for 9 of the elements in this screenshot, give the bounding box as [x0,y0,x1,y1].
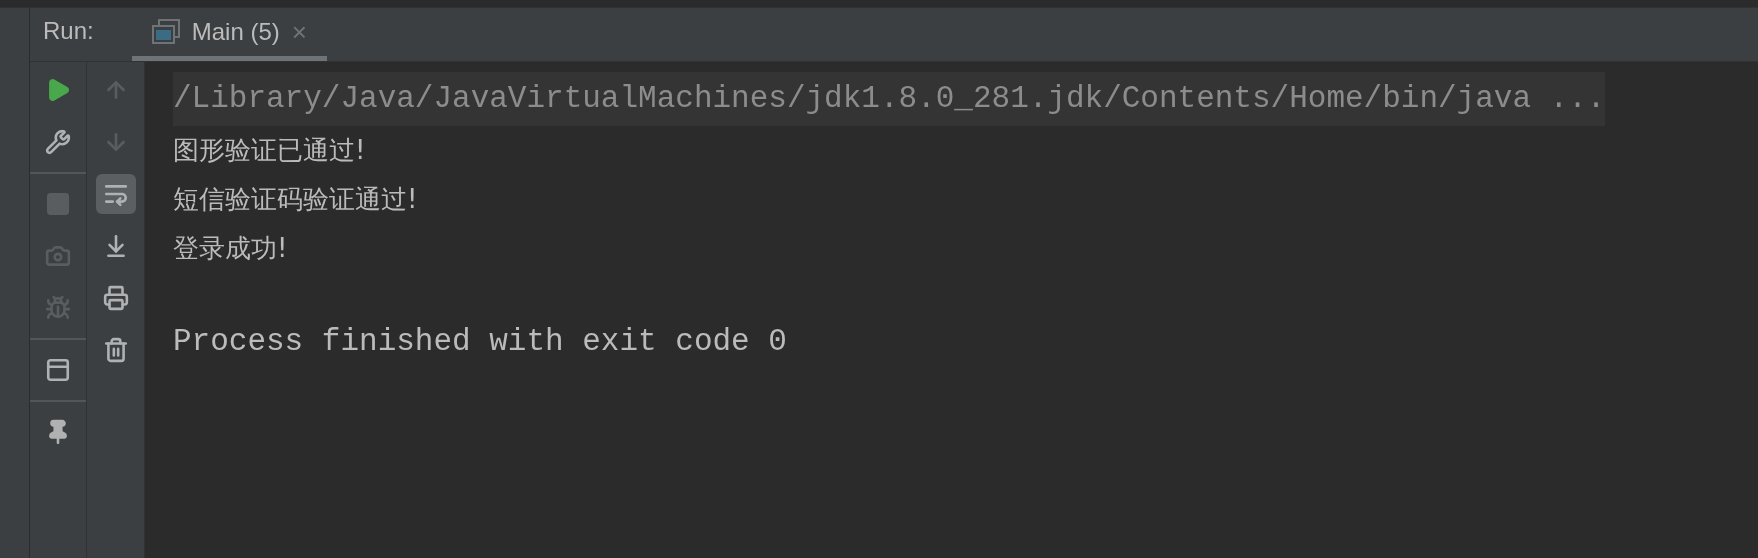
console-output-line: 登录成功! [173,232,288,265]
console-output-line: 短信验证码验证通过! [173,183,418,216]
process-exit-message: Process finished with exit code 0 [173,323,787,361]
console-output-line: 图形验证已通过! [173,134,366,167]
tab-label: Main (5) [191,17,280,47]
run-tab[interactable]: Main (5) × [131,8,327,61]
run-label: Run: [43,16,94,46]
console-window-icon [151,19,180,45]
soft-wrap-icon[interactable] [95,174,136,214]
